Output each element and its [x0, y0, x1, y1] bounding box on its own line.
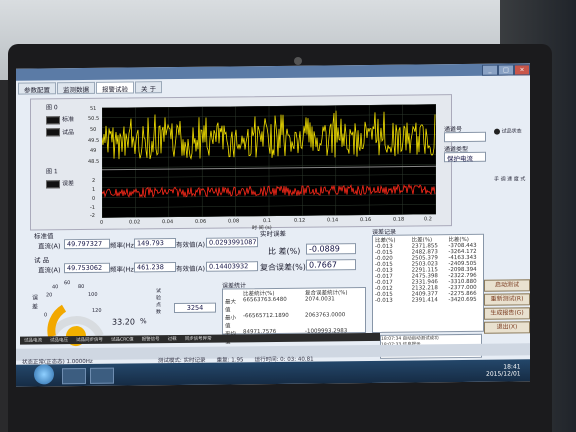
std-dc-value: 49.797327 — [64, 238, 110, 250]
test-dc-value: 49.753062 — [64, 262, 110, 274]
y-tick: 1 — [92, 186, 96, 193]
gauge-tick: 20 — [46, 292, 53, 299]
x-tick: 0.14 — [327, 217, 339, 224]
start-icon[interactable] — [34, 364, 54, 385]
std-dc-label: 直流(A) — [38, 242, 61, 251]
stats-table: 比差统计(%) 复合误差统计(%) 最大值 66563763.6480 2074… — [222, 287, 366, 346]
std-group-label: 标准值 — [34, 232, 54, 241]
tab-bar: 参数配置 监测数据 报警试验 关 于 — [18, 81, 163, 95]
x-tick: 0.18 — [393, 216, 405, 223]
app-icon[interactable] — [90, 367, 114, 384]
std-freq-label: 频率(Hz) — [110, 241, 137, 250]
legend-chip: 过载 — [167, 337, 177, 343]
x-tick: 0.04 — [162, 219, 174, 226]
legend-group0: 图 0 — [46, 104, 58, 112]
gauge-side-label: 误 差 — [32, 294, 39, 311]
legend-chip: 同步信号异常 — [184, 336, 212, 342]
ratio-error-label: 比 差(%) — [268, 246, 301, 257]
y-tick: 51 — [90, 105, 97, 112]
x-tick: 0.2 — [424, 216, 432, 223]
table-row: 最大值 66563763.6480 2074.0031 — [225, 296, 335, 314]
start-test-button[interactable]: 启动测试 — [484, 279, 530, 292]
generate-report-button[interactable]: 生成报告(G) — [484, 307, 530, 320]
x-tick: 0.02 — [129, 219, 141, 226]
y-tick: 49.5 — [88, 137, 100, 144]
x-tick: 0.12 — [294, 217, 306, 224]
gauge-value: 33.20 — [112, 317, 135, 327]
channel-type-select[interactable]: 保护电流 — [444, 151, 486, 163]
status-switch[interactable]: 试品状态 — [494, 127, 522, 135]
gauge-tick: 0 — [44, 312, 48, 319]
y-tick: 0 — [92, 195, 96, 202]
legend-chip: 报警信号 — [141, 337, 160, 343]
std-freq-value: 149.793 — [134, 238, 176, 249]
plot-legend: 图 0 标准 试品 图 1 误差 — [46, 102, 74, 191]
test-dc-label: 直流(A) — [38, 266, 61, 275]
gauge-tick: 40 — [52, 284, 59, 291]
close-button[interactable]: × — [514, 64, 530, 76]
legend-chip: 试品CRC值 — [111, 337, 134, 343]
x-tick: 0.16 — [360, 216, 372, 224]
y-tick: 50 — [90, 126, 97, 133]
y-tick: 48.5 — [88, 158, 100, 165]
tab-params[interactable]: 参数配置 — [18, 82, 56, 95]
minimize-button[interactable]: _ — [482, 64, 498, 76]
folder-icon[interactable] — [62, 367, 86, 385]
tab-alarm[interactable]: 报警试验 — [96, 81, 134, 94]
taskbar-clock[interactable]: 18:41 2015/12/01 — [486, 363, 521, 377]
channel-select[interactable] — [444, 131, 486, 143]
test-group-label: 试 品 — [34, 256, 50, 265]
app-screen: _ □ × 参数配置 监测数据 报警试验 关 于 图 0 标准 试品 图 1 误… — [16, 63, 530, 387]
ratio-error-value: -0.0889 — [306, 243, 356, 255]
retest-button[interactable]: 重新测试(R) — [484, 293, 530, 306]
legend-test[interactable]: 试品 — [46, 127, 74, 137]
mode-label: 手 调 速 度 式 — [494, 176, 526, 183]
tab-about[interactable]: 关 于 — [135, 81, 163, 94]
table-row: -0.013 2391.414 -3420.695 — [375, 296, 477, 304]
composite-error-value: 0.7667 — [306, 259, 356, 271]
x-tick: 0 — [100, 219, 104, 226]
record-table[interactable]: 比差(%) 比差(%) 比差(%) -0.013 2371.855 -3708.443 … — [372, 233, 484, 333]
waveform-plot — [102, 104, 436, 218]
legend-group1: 图 1 — [46, 168, 58, 176]
legend-chip: 试品同步信号 — [76, 337, 103, 344]
webcam — [294, 57, 302, 65]
gauge-tick: 60 — [64, 280, 71, 287]
swatch-icon — [46, 115, 60, 124]
y-tick: -2 — [90, 212, 95, 219]
y-tick: 2 — [92, 177, 96, 184]
swatch-icon — [46, 128, 60, 137]
toggle-icon — [494, 128, 500, 135]
test-freq-label: 频率(Hz) — [110, 265, 137, 274]
gauge-tick: 100 — [88, 291, 98, 298]
test-freq-value: 461.238 — [134, 262, 176, 273]
legend-std[interactable]: 标准 — [46, 114, 74, 124]
swatch-icon — [46, 179, 60, 188]
x-tick: 0.08 — [228, 218, 240, 225]
std-eff-label: 有效值(A) — [176, 240, 206, 250]
test-points-count: 3254 — [174, 302, 216, 314]
table-row: 最小值 -66565712.1890 2063763.0000 — [225, 312, 346, 330]
test-eff-value: 0.14403932 — [206, 261, 258, 272]
composite-error-label: 复合误差(%) — [260, 262, 306, 273]
test-points-label: 试 验 点 数 — [156, 288, 162, 316]
legend-chip: 试品电压 — [50, 338, 68, 344]
x-tick: 0.06 — [195, 218, 207, 225]
y-tick: 50.5 — [88, 115, 100, 122]
tab-monitor[interactable]: 监测数据 — [57, 81, 95, 95]
test-eff-label: 有效值(A) — [176, 264, 206, 274]
maximize-button[interactable]: □ — [498, 64, 514, 76]
gauge-tick: 80 — [78, 283, 85, 291]
gauge-unit: % — [140, 317, 147, 326]
legend-chip: 试品电流 — [24, 338, 42, 344]
clock-date: 2015/12/01 — [486, 370, 521, 378]
y-tick: -1 — [90, 204, 95, 211]
gauge-tick: 120 — [92, 307, 102, 314]
realtime-label: 实时误差 — [260, 229, 286, 239]
std-eff-value: 0.0293991087 — [206, 237, 258, 248]
y-tick: 49 — [90, 147, 97, 154]
exit-button[interactable]: 退出(X) — [484, 321, 530, 334]
legend-diff[interactable]: 误差 — [46, 178, 74, 188]
